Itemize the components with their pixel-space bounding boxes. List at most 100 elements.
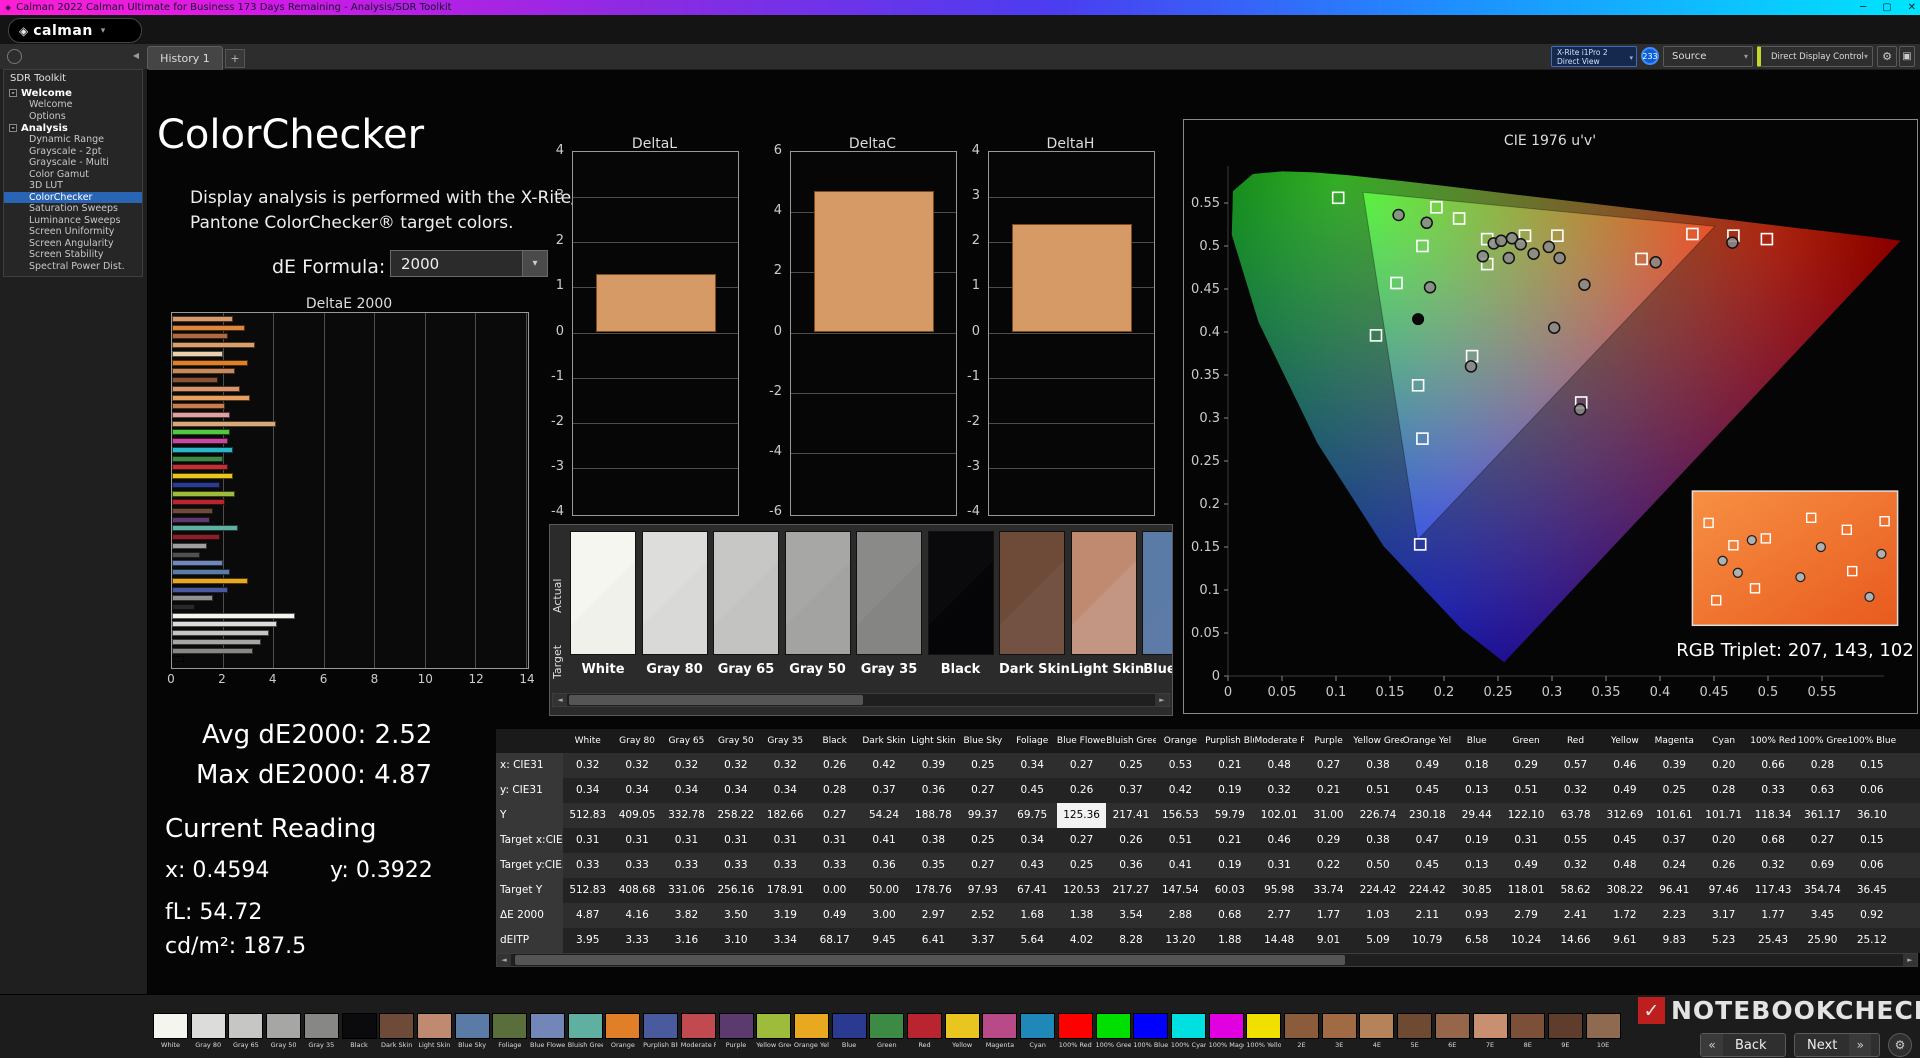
strip-patch-orange: Orange xyxy=(605,1013,641,1049)
gridline xyxy=(573,422,738,424)
axis-tick-label: 0.05 xyxy=(1268,685,1297,700)
sidebar-item-welcome[interactable]: Welcome xyxy=(4,99,142,111)
patch-label: Gray 50 xyxy=(270,1041,297,1049)
sidebar-collapse-button[interactable]: ◀ xyxy=(130,49,142,63)
deltae-chart xyxy=(171,312,529,669)
sidebar-item-color-gamut[interactable]: Color Gamut xyxy=(4,169,142,181)
deltae-bar xyxy=(172,316,233,322)
table-cell: 0.31 xyxy=(674,834,699,846)
sidebar-group-analysis[interactable]: - Analysis xyxy=(4,122,142,134)
deltae-bar xyxy=(172,464,228,471)
table-col-header: White xyxy=(574,736,601,746)
back-button[interactable]: « Back xyxy=(1700,1033,1786,1057)
sidebar-item-luminance-sweeps[interactable]: Luminance Sweeps xyxy=(4,215,142,227)
deltae-bar xyxy=(172,438,228,445)
table-cell: 33.74 xyxy=(1313,884,1344,896)
close-button[interactable]: ✕ xyxy=(1908,2,1916,13)
table-col-header: Purple xyxy=(1314,736,1343,746)
strip-patch-orange-yellow: Orange Yellow xyxy=(793,1013,830,1049)
scroll-left-icon[interactable]: ◄ xyxy=(553,694,567,706)
table-cell: 147.54 xyxy=(1162,884,1199,896)
workspace-icon[interactable] xyxy=(7,49,22,64)
cie-diagram: CIE 1976 u'v' 0.55 0.5 0.45 0.4 0.35 0.3 0.25 0.… xyxy=(1183,119,1918,714)
sidebar-item-grayscale-2pt[interactable]: Grayscale - 2pt xyxy=(4,146,142,158)
axis-tick-label: 4 xyxy=(773,203,782,219)
table-cell: 2.77 xyxy=(1267,909,1291,921)
scroll-right-icon[interactable]: ► xyxy=(1155,694,1169,706)
collapse-expander-icon[interactable]: - xyxy=(9,124,17,132)
scroll-left-icon[interactable]: ◄ xyxy=(497,954,511,966)
colorchecker-patch-blue-sky: Blue Sky xyxy=(1142,531,1172,681)
strip-patch-10e: 10E xyxy=(1585,1013,1622,1049)
cie-measured-marker xyxy=(1423,281,1437,294)
sidebar-item-dynamic-range[interactable]: Dynamic Range xyxy=(4,134,142,146)
sidebar-item-3d-lut[interactable]: 3D LUT xyxy=(4,180,142,192)
minimize-button[interactable]: ─ xyxy=(1860,2,1866,13)
sidebar-item-colorchecker[interactable]: ColorChecker xyxy=(4,191,142,203)
scrollbar-thumb[interactable] xyxy=(569,695,863,705)
colorchecker-patch-light-skin: Light Skin xyxy=(1070,531,1144,681)
de-formula-select[interactable]: 2000 ▾ xyxy=(390,250,548,277)
gridline xyxy=(573,332,738,334)
table-cell: 230.18 xyxy=(1408,809,1446,821)
table-scrollbar[interactable]: ◄ ► xyxy=(496,953,1918,967)
axis-tick-label: 14 xyxy=(519,672,535,686)
axis-tick-label: 6 xyxy=(319,672,328,686)
collapse-expander-icon[interactable]: - xyxy=(9,89,17,97)
maximize-button[interactable]: ▢ xyxy=(1882,2,1891,13)
add-tab-button[interactable]: + xyxy=(225,49,245,68)
table-cell: 1.38 xyxy=(1069,909,1094,921)
sidebar-item-screen-stability[interactable]: Screen Stability xyxy=(4,249,142,261)
table-cell: 50.00 xyxy=(869,884,900,896)
patch-color xyxy=(1208,1013,1244,1039)
table-cell: 54.24 xyxy=(869,809,900,821)
table-cell: 58.62 xyxy=(1560,884,1591,896)
table-cell: 69.75 xyxy=(1017,809,1048,821)
axis-tick-label: 0.4 xyxy=(1650,685,1671,700)
table-cell: 308.22 xyxy=(1606,884,1644,896)
sidebar-group-welcome[interactable]: - Welcome xyxy=(4,87,142,99)
table-cell: 0.49 xyxy=(822,909,847,921)
patch-label: 100% Green xyxy=(1095,1041,1131,1049)
sidebar-item-grayscale-multi[interactable]: Grayscale - Multi xyxy=(4,157,142,169)
next-button[interactable]: Next » xyxy=(1794,1033,1880,1057)
axis-tick-label: 6 xyxy=(773,143,782,158)
calman-app: ◈ Calman 2022 Calman Ultimate for Busine… xyxy=(0,0,1920,1058)
deltae-bar xyxy=(172,656,185,663)
calman-menu-button[interactable]: ◈ calman ▾ xyxy=(8,18,142,43)
display-control-dropdown[interactable]: Direct Display Control ▾ xyxy=(1757,46,1873,67)
table-col-header: Gray 50 xyxy=(717,736,754,746)
axis-tick-label: -3 xyxy=(551,458,564,474)
cie-measured-marker xyxy=(1553,251,1566,265)
footer-settings-button[interactable]: ⚙ xyxy=(1888,1033,1912,1057)
layout-button[interactable]: ▣ xyxy=(1899,46,1915,67)
sidebar-item-screen-angularity[interactable]: Screen Angularity xyxy=(4,238,142,250)
tab-history-1[interactable]: History 1 xyxy=(147,46,223,70)
patch-color xyxy=(454,1013,490,1039)
swatch-scrollbar[interactable]: ◄ ► xyxy=(552,693,1170,707)
sidebar-item-screen-uniformity[interactable]: Screen Uniformity xyxy=(4,226,142,238)
inset-measured-marker xyxy=(1746,534,1757,546)
source-d[interactable]: Source ▾ xyxy=(1663,46,1753,67)
deltae-bar xyxy=(172,507,213,514)
axis-tick-label: 10 xyxy=(417,672,433,686)
gear-icon: ⚙ xyxy=(1882,50,1892,63)
table-cell: 63.78 xyxy=(1560,809,1591,821)
sidebar-item-spectral-power-dist[interactable]: Spectral Power Dist. xyxy=(4,261,142,273)
table-cell: 0.49 xyxy=(1415,759,1440,771)
cie-measured-marker xyxy=(1649,256,1662,269)
scroll-right-icon[interactable]: ► xyxy=(1903,954,1917,966)
sidebar-item-saturation-sweeps[interactable]: Saturation Sweeps xyxy=(4,203,142,215)
sidebar-item-options[interactable]: Options xyxy=(4,111,142,123)
axis-tick-label: 0.5 xyxy=(1199,239,1220,254)
scrollbar-thumb[interactable] xyxy=(515,955,1345,965)
meter-selector[interactable]: X-Rite i1Pro 2 Direct View ▾ xyxy=(1551,46,1637,67)
axis-tick-label: 0 xyxy=(167,672,175,686)
deltae-bar xyxy=(172,516,210,523)
actual-label: Actual xyxy=(551,578,564,613)
table-cell-highlighted: 125.36 xyxy=(1056,803,1107,828)
settings-button[interactable]: ⚙ xyxy=(1877,46,1897,67)
inset-measured-marker xyxy=(1815,541,1827,553)
table-cell: 36.45 xyxy=(1856,884,1887,896)
axis-tick-label: 4 xyxy=(555,143,564,158)
